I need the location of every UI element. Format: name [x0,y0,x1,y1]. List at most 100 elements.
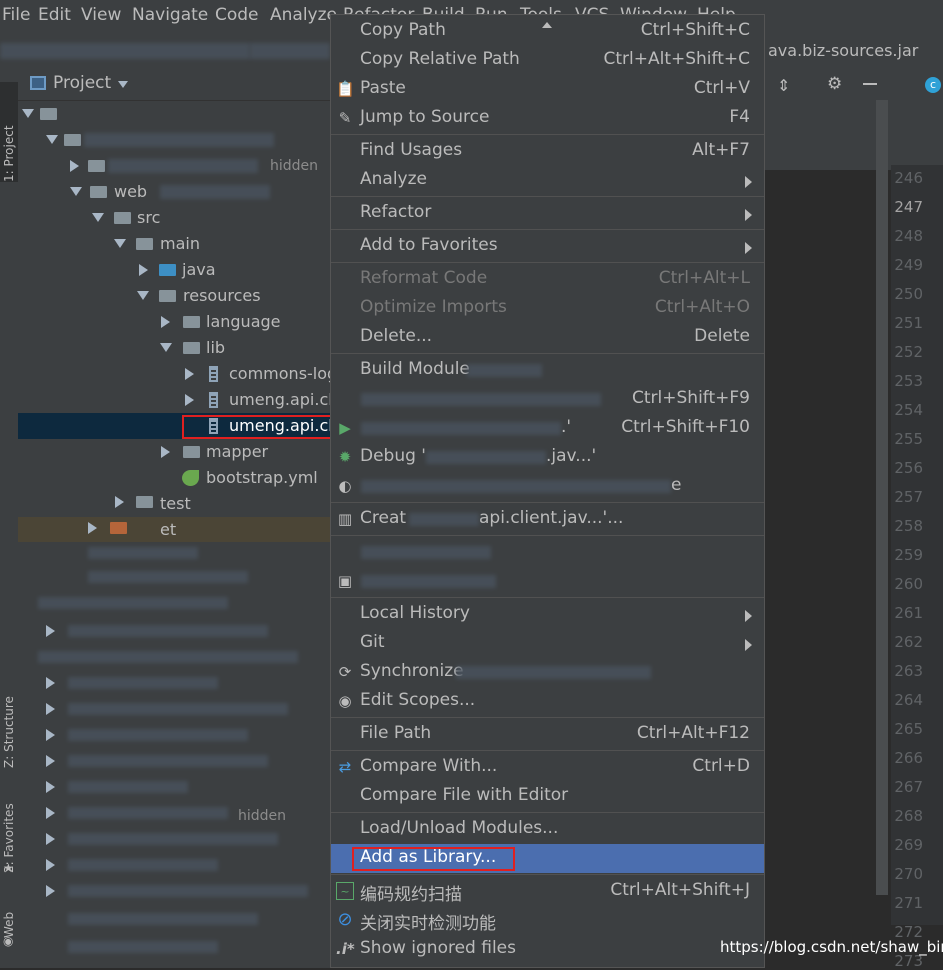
expand-arrow[interactable] [114,239,126,248]
menu-item-code-guideline-scan[interactable]: ~ 编码规约扫描 Ctrl+Alt+Shift+J [331,877,764,906]
menu-item-refactor[interactable]: Refactor [331,199,764,228]
jar-icon [209,366,218,382]
expand-arrow[interactable] [139,264,148,276]
expand-arrow[interactable] [185,368,194,380]
menu-item-git[interactable]: Git [331,629,764,658]
tree-item-lib[interactable]: lib [206,335,225,361]
redacted-region [108,159,258,173]
tree-item-target[interactable]: et [160,517,176,543]
menu-item-run[interactable]: ▶ .' Ctrl+Shift+F10 [331,414,764,443]
tree-item-main[interactable]: main [160,231,200,257]
menu-navigate[interactable]: Navigate [132,5,208,25]
expand-arrow[interactable] [46,703,55,715]
expand-arrow[interactable] [46,729,55,741]
expand-arrow[interactable] [70,187,82,196]
expand-arrow[interactable] [161,316,170,328]
menu-file[interactable]: File [2,5,30,25]
project-tool-tab[interactable]: 1: Project [0,82,18,182]
expand-arrow[interactable] [46,677,55,689]
expand-arrow[interactable] [115,496,124,508]
menu-item-paste[interactable]: 📋 Paste Ctrl+V [331,75,764,104]
menu-separator [331,353,764,354]
project-tree: hidden web src main java resources langu… [18,101,337,968]
menu-separator [331,750,764,751]
menu-item-edit-scopes[interactable]: ◉ Edit Scopes... [331,687,764,716]
menu-item-reformat-code[interactable]: Reformat Code Ctrl+Alt+L [331,265,764,294]
tree-item-commons-log[interactable]: commons-log [229,361,337,387]
menu-item-copy-path[interactable]: Copy Path Ctrl+Shift+C [331,17,764,46]
expand-arrow[interactable] [185,394,194,406]
menu-item-find-usages[interactable]: Find Usages Alt+F7 [331,137,764,166]
gear-icon[interactable]: ⚙ [827,74,842,94]
menu-item-analyze[interactable]: Analyze [331,166,764,195]
menu-item-disable-realtime-check[interactable]: ⊘ 关闭实时检测功能 [331,906,764,935]
expand-arrow[interactable] [46,833,55,845]
expand-arrow[interactable] [46,755,55,767]
menu-item-local-history[interactable]: Local History [331,600,764,629]
menu-item-redacted[interactable] [331,538,764,567]
expand-arrow[interactable] [88,522,97,534]
redacted-region [361,546,491,559]
project-view-title[interactable]: Project [53,73,111,93]
menu-view[interactable]: View [81,5,121,25]
tree-item-bootstrap-yml[interactable]: bootstrap.yml [206,465,318,491]
expand-arrow[interactable] [46,807,55,819]
resources-folder-icon [159,290,176,302]
expand-arrow[interactable] [46,135,58,144]
breadcrumb-jar[interactable]: ava.biz-sources.jar [768,41,918,60]
tree-item-umeng-api-client[interactable]: umeng.api.cli [229,387,337,413]
favorites-tool-tab[interactable]: 2: Favorites [0,783,18,873]
line-number: 252 [894,343,923,361]
minimize-icon[interactable] [863,83,877,85]
menu-item-file-path[interactable]: File Path Ctrl+Alt+F12 [331,720,764,749]
expand-arrow[interactable] [160,343,172,352]
tree-item-src[interactable]: src [137,205,160,231]
line-number: 247 [894,198,923,216]
expand-arrow[interactable] [22,109,34,118]
menu-item-run-with-coverage[interactable]: ◐ e [331,472,764,501]
menu-analyze[interactable]: Analyze [270,5,337,25]
menu-item-optimize-imports[interactable]: Optimize Imports Ctrl+Alt+O [331,294,764,323]
scrollbar[interactable] [876,100,888,895]
menu-item-add-to-favorites[interactable]: Add to Favorites [331,232,764,261]
menu-item-debug[interactable]: ✹ Debug ' .jav...' [331,443,764,472]
menu-item-rebuild[interactable]: Ctrl+Shift+F9 [331,385,764,414]
menu-item-synchronize[interactable]: ⟳ Synchronize [331,658,764,687]
expand-arrow[interactable] [46,859,55,871]
tree-item-web[interactable]: web [114,179,147,205]
star-icon: ★ [3,861,14,875]
expand-arrow[interactable] [92,213,104,222]
web-tool-tab[interactable]: Web [0,898,18,938]
menu-item-copy-relative-path[interactable]: Copy Relative Path Ctrl+Alt+Shift+C [331,46,764,75]
menu-item-load-unload-modules[interactable]: Load/Unload Modules... [331,815,764,844]
tree-item-resources[interactable]: resources [183,283,261,309]
expand-arrow[interactable] [46,781,55,793]
redacted-region [68,885,308,897]
menu-item-compare-with[interactable]: ⇄ Compare With... Ctrl+D [331,753,764,782]
menu-item-show-ignored-files[interactable]: .i* Show ignored files [331,935,764,964]
tree-item-language[interactable]: language [206,309,281,335]
collapse-all-icon[interactable]: ⇕ [777,76,790,95]
menu-item-create[interactable]: ▥ Creat api.client.jav...'... [331,505,764,534]
menu-item-compare-file-with-editor[interactable]: Compare File with Editor [331,782,764,811]
folder-icon [136,496,153,508]
menu-item-delete[interactable]: Delete... Delete [331,323,764,352]
menu-edit[interactable]: Edit [38,5,71,25]
menu-code[interactable]: Code [215,5,259,25]
expand-arrow[interactable] [46,625,55,637]
left-tool-strip: 1: Project Z: Structure 2: Favorites ★ W… [0,68,19,968]
expand-arrow[interactable] [46,885,55,897]
tree-item-mapper[interactable]: mapper [206,439,268,465]
project-pane-toolbar: ⇕ ⚙ c [765,68,943,101]
tree-item-java[interactable]: java [182,257,216,283]
chevron-down-icon[interactable] [118,81,128,88]
structure-tool-tab[interactable]: Z: Structure [0,658,18,768]
expand-arrow[interactable] [70,160,79,172]
menu-item-open-in-terminal[interactable]: ▣ [331,567,764,596]
menu-item-jump-to-source[interactable]: ✎ Jump to Source F4 [331,104,764,133]
menu-item-build-module[interactable]: Build Module [331,356,764,385]
tree-item-test[interactable]: test [160,491,191,517]
expand-arrow[interactable] [137,291,149,300]
expand-arrow[interactable] [161,446,170,458]
terminal-icon: ▣ [337,572,353,590]
